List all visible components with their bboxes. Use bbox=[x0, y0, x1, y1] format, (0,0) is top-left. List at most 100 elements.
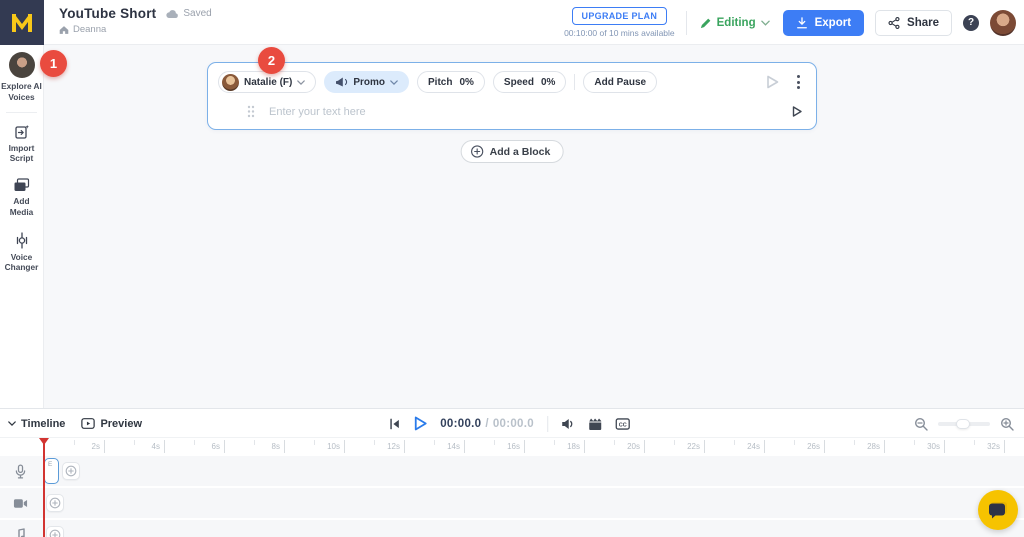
play-button-icon[interactable] bbox=[413, 416, 427, 431]
timeline-collapse-toggle[interactable]: Timeline bbox=[8, 418, 65, 430]
ruler-tick bbox=[344, 440, 345, 453]
ruler-tick bbox=[764, 440, 765, 453]
zoom-in-icon[interactable] bbox=[1000, 417, 1014, 431]
home-icon bbox=[59, 25, 69, 35]
pitch-label: Pitch bbox=[428, 77, 452, 88]
ruler-tick bbox=[314, 440, 315, 445]
current-time: 00:00.0 bbox=[440, 418, 481, 430]
add-pause-button[interactable]: Add Pause bbox=[583, 71, 657, 93]
voice-selector[interactable]: Natalie (F) bbox=[218, 71, 316, 93]
add-block-button[interactable]: Add a Block bbox=[461, 140, 564, 163]
zoom-slider[interactable] bbox=[938, 422, 990, 426]
ruler-tick bbox=[824, 440, 825, 453]
preview-button[interactable]: Preview bbox=[81, 417, 142, 430]
voice-block: Natalie (F) Promo Pitch 0% Speed 0% bbox=[207, 62, 817, 130]
annotation-badge-1: 1 bbox=[40, 50, 67, 77]
ruler-tick bbox=[224, 440, 225, 453]
header-divider bbox=[686, 11, 687, 35]
sidebar-item-explore-ai-voices[interactable]: Explore AI Voices bbox=[0, 45, 43, 110]
ruler-label: 4s bbox=[138, 442, 160, 451]
microphone-icon bbox=[15, 464, 26, 479]
sidebar-item-import-script[interactable]: Import Script bbox=[0, 117, 43, 172]
pencil-icon bbox=[700, 17, 712, 29]
speed-control[interactable]: Speed 0% bbox=[493, 71, 566, 93]
volume-icon[interactable] bbox=[561, 418, 575, 430]
voice-clip[interactable]: E bbox=[44, 458, 59, 484]
header-actions: UPGRADE PLAN 00:10:00 of 10 mins availab… bbox=[564, 0, 1016, 45]
ruler-tick bbox=[704, 440, 705, 453]
voice-block-toolbar: Natalie (F) Promo Pitch 0% Speed 0% bbox=[208, 63, 816, 93]
zoom-out-icon[interactable] bbox=[914, 417, 928, 431]
share-button[interactable]: Share bbox=[875, 10, 952, 36]
header: YouTube Short Saved Deanna UPGRADE PLAN … bbox=[0, 0, 1024, 45]
voice-style-selector[interactable]: Promo bbox=[324, 71, 409, 93]
upgrade-plan-button[interactable]: UPGRADE PLAN bbox=[572, 7, 668, 25]
text-input[interactable]: Enter your text here bbox=[208, 93, 816, 118]
skip-to-start-icon[interactable] bbox=[389, 418, 400, 430]
timeline-ruler[interactable]: 2s4s6s8s10s12s14s16s18s20s22s24s26s28s30… bbox=[0, 438, 1024, 456]
ruler-label: 8s bbox=[258, 442, 280, 451]
sidebar-item-voice-changer[interactable]: Voice Changer bbox=[0, 225, 43, 281]
track-icon-col bbox=[0, 488, 40, 518]
plus-circle-icon bbox=[65, 465, 77, 477]
breadcrumb[interactable]: Deanna bbox=[59, 24, 212, 35]
ruler-tick bbox=[794, 440, 795, 445]
pitch-value: 0% bbox=[459, 77, 473, 88]
ruler-label: 26s bbox=[798, 442, 820, 451]
scenes-icon[interactable] bbox=[588, 418, 602, 430]
ruler-label: 30s bbox=[918, 442, 940, 451]
help-button[interactable]: ? bbox=[963, 15, 979, 31]
murf-logo[interactable] bbox=[0, 0, 44, 45]
play-block-icon[interactable] bbox=[766, 75, 779, 89]
export-button[interactable]: Export bbox=[783, 10, 864, 36]
ruler-tick bbox=[164, 440, 165, 453]
ruler-label: 16s bbox=[498, 442, 520, 451]
ruler-tick bbox=[854, 440, 855, 445]
ruler-tick bbox=[584, 440, 585, 453]
ruler-tick bbox=[644, 440, 645, 453]
captions-icon[interactable]: CC bbox=[615, 418, 630, 430]
saved-status: Saved bbox=[166, 8, 211, 19]
ruler-tick bbox=[284, 440, 285, 453]
play-line-icon[interactable] bbox=[792, 106, 802, 117]
playhead-line[interactable] bbox=[43, 438, 45, 537]
chevron-down-icon bbox=[761, 20, 770, 26]
pitch-control[interactable]: Pitch 0% bbox=[417, 71, 485, 93]
ruler-tick bbox=[974, 440, 975, 445]
ruler-tick bbox=[194, 440, 195, 445]
ruler-tick bbox=[74, 440, 75, 445]
sidebar-item-label: Add Media bbox=[1, 196, 42, 218]
timeline-tracks: E bbox=[0, 456, 1024, 537]
ruler-label: 20s bbox=[618, 442, 640, 451]
mode-label: Editing bbox=[717, 17, 756, 29]
plus-circle-icon bbox=[49, 529, 61, 537]
add-voice-clip-button[interactable] bbox=[62, 462, 80, 480]
add-video-clip-button[interactable] bbox=[46, 494, 64, 512]
ruler-label: 10s bbox=[318, 442, 340, 451]
track-voice: E bbox=[0, 456, 1024, 486]
timeline-label: Timeline bbox=[21, 418, 65, 430]
plus-circle-icon bbox=[471, 145, 484, 158]
zoom-slider-handle[interactable] bbox=[956, 419, 970, 429]
playhead-marker[interactable] bbox=[39, 438, 49, 445]
drag-handle-icon[interactable] bbox=[247, 105, 255, 118]
add-pause-label: Add Pause bbox=[594, 77, 646, 88]
sidebar-item-label: Explore AI Voices bbox=[1, 81, 42, 103]
text-placeholder: Enter your text here bbox=[269, 106, 366, 118]
voice-style-label: Promo bbox=[353, 77, 385, 88]
user-avatar[interactable] bbox=[990, 10, 1016, 36]
sidebar-divider bbox=[6, 112, 37, 113]
ruler-tick bbox=[944, 440, 945, 453]
mode-dropdown[interactable]: Editing bbox=[698, 17, 772, 29]
sidebar-item-label: Import Script bbox=[1, 143, 42, 165]
track-video bbox=[0, 488, 1024, 518]
ruler-tick bbox=[674, 440, 675, 445]
ruler-tick bbox=[554, 440, 555, 445]
add-music-clip-button[interactable] bbox=[46, 526, 64, 537]
chat-widget-button[interactable] bbox=[978, 490, 1018, 530]
music-note-icon bbox=[15, 528, 26, 537]
saved-label: Saved bbox=[183, 8, 211, 19]
sidebar-item-add-media[interactable]: Add Media bbox=[0, 171, 43, 225]
project-title[interactable]: YouTube Short bbox=[59, 6, 156, 21]
block-menu-button[interactable] bbox=[795, 73, 802, 91]
